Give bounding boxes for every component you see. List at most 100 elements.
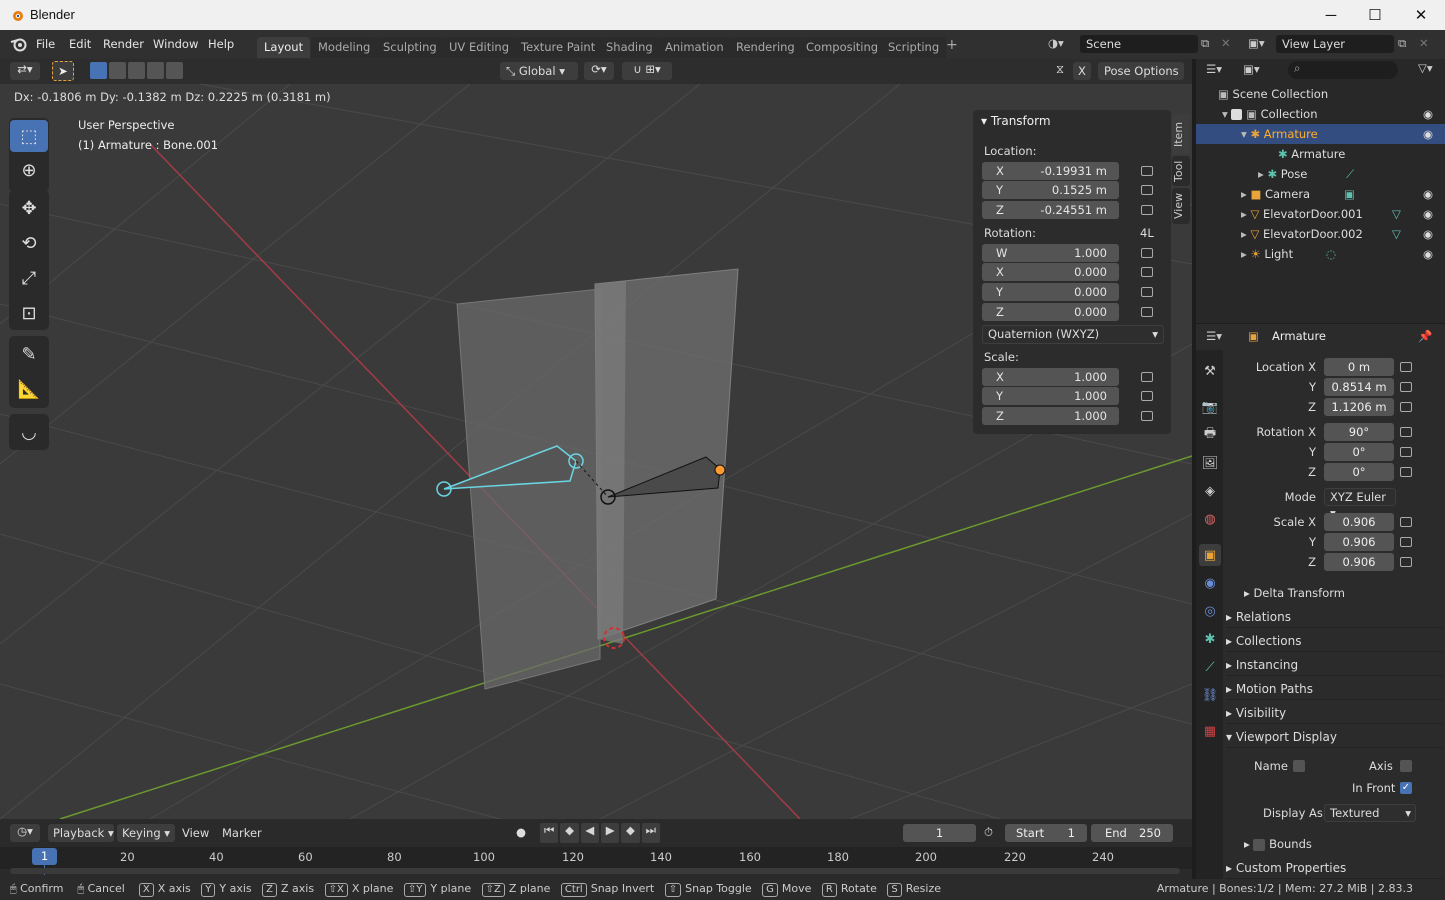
lock-icon[interactable] <box>1400 362 1412 372</box>
n-scale-z-field[interactable]: Z 1.000 <box>982 407 1119 425</box>
outliner-elevator-door-002[interactable]: ▸ ▽ ElevatorDoor.002 ▽ ◉ <box>1196 224 1445 244</box>
menu-file[interactable]: File <box>36 37 55 51</box>
tab-uv-editing[interactable]: UV Editing <box>442 37 516 58</box>
select-intersect-icon[interactable] <box>166 62 183 79</box>
transform-orientation-dropdown[interactable]: ⤡ Global ▾ <box>500 62 578 80</box>
lock-icon[interactable] <box>1400 447 1412 457</box>
lock-icon[interactable] <box>1141 287 1153 297</box>
display-as-select[interactable]: Textured ▾ <box>1324 804 1416 822</box>
x-mirror-button[interactable]: X <box>1073 62 1091 80</box>
bounds-checkbox[interactable] <box>1253 838 1266 851</box>
display-mode-icon[interactable]: ▣▾ <box>1243 62 1260 76</box>
lock-icon[interactable] <box>1141 166 1153 176</box>
select-extend-icon[interactable] <box>109 62 126 79</box>
in-front-checkbox[interactable]: ✓ <box>1400 782 1412 794</box>
n-location-z-field[interactable]: Z -0.24551 m <box>982 201 1119 219</box>
jump-start-icon[interactable]: ⏮ <box>540 823 559 843</box>
n-rotation-y-field[interactable]: Y 0.000 <box>982 283 1119 301</box>
tab-modeling[interactable]: Modeling <box>311 37 378 58</box>
lock-icon[interactable] <box>1141 248 1153 258</box>
lock-icon[interactable] <box>1141 372 1153 382</box>
outliner-light[interactable]: ▸ ☀ Light ◌ ◉ <box>1196 244 1445 264</box>
play-icon[interactable]: ▶ <box>600 823 620 843</box>
outliner-editor-type-icon[interactable]: ☰▾ <box>1206 62 1222 76</box>
scale-z-field[interactable]: 0.906 <box>1324 553 1394 571</box>
lock-icon[interactable] <box>1400 382 1412 392</box>
collections-panel[interactable]: ▸ Collections <box>1226 630 1442 652</box>
select-invert-icon[interactable] <box>147 62 164 79</box>
lock-icon[interactable] <box>1141 205 1153 215</box>
timeline-scrollbar[interactable] <box>10 868 1180 874</box>
n-location-y-field[interactable]: Y 0.1525 m <box>982 181 1119 199</box>
location-z-field[interactable]: 1.1206 m <box>1324 398 1394 416</box>
delta-transform-panel[interactable]: ▸ Delta Transform <box>1244 586 1345 600</box>
custom-properties-panel[interactable]: ▸ Custom Properties <box>1226 857 1442 879</box>
n-rotation-w-field[interactable]: W 1.000 <box>982 244 1119 262</box>
snap-icon[interactable]: ∪ ⊞▾ <box>622 62 672 80</box>
n-location-x-field[interactable]: X -0.19931 m <box>982 162 1119 180</box>
bone-tab-icon[interactable]: ⟋ <box>1199 656 1221 678</box>
playback-menu[interactable]: Playback ▾ <box>48 824 114 842</box>
eye-icon[interactable]: ◉ <box>1423 204 1433 224</box>
next-keyframe-icon[interactable]: ◆ <box>621 823 640 843</box>
move-tool-icon[interactable]: ✥ <box>10 192 48 224</box>
properties-editor-type-icon[interactable]: ☰▾ <box>1206 329 1222 343</box>
select-box-icon[interactable]: ⬚ <box>10 120 48 152</box>
scene-name-field[interactable]: Scene <box>1080 35 1198 53</box>
outliner-collection[interactable]: ▾ ▣ Collection ◉ <box>1196 104 1445 124</box>
axis-checkbox[interactable] <box>1400 760 1412 772</box>
lock-icon[interactable] <box>1400 467 1412 477</box>
eye-icon[interactable]: ◉ <box>1423 184 1433 204</box>
motion-paths-panel[interactable]: ▸ Motion Paths <box>1226 678 1442 700</box>
editor-type-icon[interactable]: ⇄▾ <box>10 62 40 80</box>
location-x-field[interactable]: 0 m <box>1324 358 1394 376</box>
transform-tool-icon[interactable]: ⊡ <box>10 297 48 329</box>
tab-texture-paint[interactable]: Texture Paint <box>514 37 603 58</box>
tab-layout[interactable]: Layout <box>257 37 311 58</box>
maximize-button[interactable]: ☐ <box>1352 3 1398 27</box>
name-checkbox[interactable] <box>1293 760 1305 772</box>
bone-active-tail-joint[interactable] <box>714 464 726 476</box>
tab-tool[interactable]: Tool <box>1172 156 1190 186</box>
outliner-armature-data[interactable]: ✱ Armature <box>1196 144 1445 164</box>
bone-roll-tool-icon[interactable]: ◡ <box>10 416 48 448</box>
tab-sculpting[interactable]: Sculpting <box>376 37 444 58</box>
texture-tab-icon[interactable]: ▦ <box>1199 720 1221 742</box>
rotation-x-field[interactable]: 90° <box>1324 423 1394 441</box>
elevator-door-left[interactable] <box>456 288 601 690</box>
tab-animation[interactable]: Animation <box>658 37 731 58</box>
pin-icon[interactable]: 📌 <box>1418 329 1432 343</box>
tab-view[interactable]: View <box>1172 188 1190 224</box>
add-workspace-button[interactable]: + <box>946 37 958 53</box>
minimize-button[interactable]: ─ <box>1308 3 1354 27</box>
delete-scene-icon[interactable]: ✕ <box>1221 36 1231 50</box>
rotation-y-field[interactable]: 0° <box>1324 443 1394 461</box>
menu-window[interactable]: Window <box>153 37 198 51</box>
scale-y-field[interactable]: 0.906 <box>1324 533 1394 551</box>
n-scale-x-field[interactable]: X 1.000 <box>982 368 1119 386</box>
playhead[interactable]: 1 <box>32 848 57 865</box>
n-scale-y-field[interactable]: Y 1.000 <box>982 387 1119 405</box>
eye-icon[interactable]: ◉ <box>1423 104 1433 124</box>
pivot-point-icon[interactable]: ⟳▾ <box>584 62 614 80</box>
instancing-panel[interactable]: ▸ Instancing <box>1226 654 1442 676</box>
visibility-panel[interactable]: ▸ Visibility <box>1226 702 1442 724</box>
new-view-layer-icon[interactable]: ⧉ <box>1398 36 1406 51</box>
eye-icon[interactable]: ◉ <box>1423 244 1433 264</box>
rotation-mode-dropdown[interactable]: Quaternion (WXYZ) ▾ <box>982 325 1164 344</box>
constraints-tab-icon[interactable]: ⛓ <box>1199 684 1221 706</box>
outliner-scene-collection[interactable]: ▣ Scene Collection <box>1196 84 1445 104</box>
outliner-pose[interactable]: ▸ ✱ Pose ⟋ <box>1196 164 1445 184</box>
rotate-tool-icon[interactable]: ⟲ <box>10 227 48 259</box>
end-frame-field[interactable]: End 250 <box>1091 824 1173 842</box>
record-icon[interactable]: ● <box>516 825 526 839</box>
jump-end-icon[interactable]: ⏭ <box>641 823 660 843</box>
tab-shading[interactable]: Shading <box>599 37 660 58</box>
tab-scripting[interactable]: Scripting <box>881 37 947 58</box>
select-new-icon[interactable] <box>90 62 107 79</box>
timeline-view-menu[interactable]: View <box>182 826 209 840</box>
transform-panel-header[interactable]: ▾ Transform <box>981 114 1051 128</box>
close-button[interactable]: ✕ <box>1398 3 1444 27</box>
n-rotation-z-field[interactable]: Z 0.000 <box>982 303 1119 321</box>
new-scene-icon[interactable]: ⧉ <box>1201 36 1209 51</box>
